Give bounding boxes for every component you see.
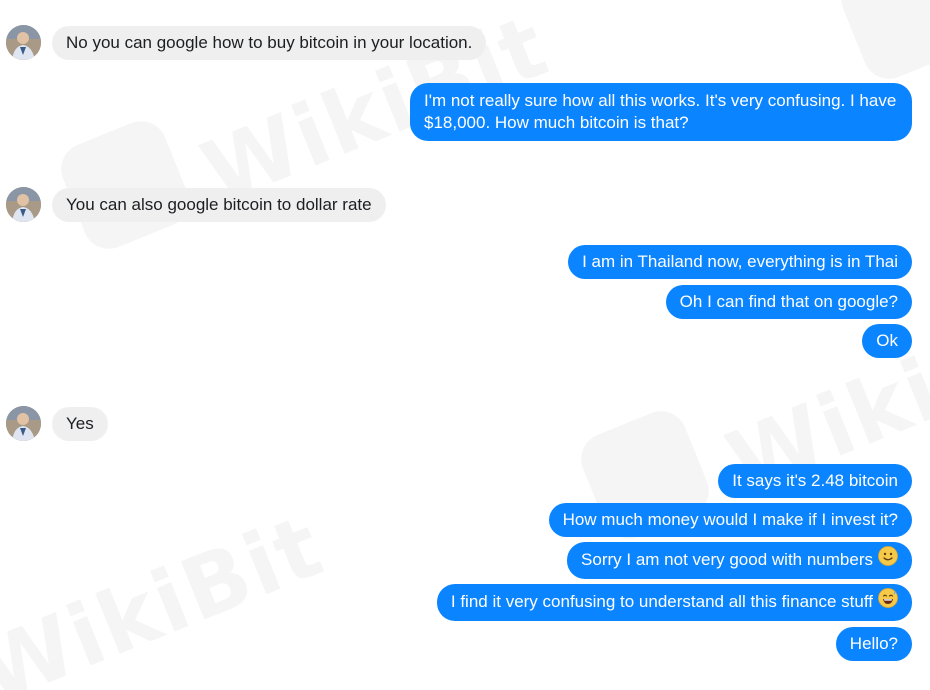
message-bubble-outgoing[interactable]: Ok <box>862 324 912 358</box>
watermark-logo-icon <box>53 113 197 257</box>
message-bubble-incoming[interactable]: You can also google bitcoin to dollar ra… <box>52 188 386 222</box>
avatar[interactable] <box>6 187 41 222</box>
message-bubble-outgoing[interactable]: I'm not really sure how all this works. … <box>410 83 912 141</box>
message-bubble-outgoing[interactable]: How much money would I make if I invest … <box>548 503 912 537</box>
message-bubble-outgoing[interactable]: Hello? <box>835 627 912 661</box>
message-bubble-outgoing[interactable]: I am in Thailand now, everything is in T… <box>568 245 912 279</box>
avatar[interactable] <box>6 25 41 60</box>
message-bubble-outgoing[interactable]: It says it's 2.48 bitcoin <box>718 464 912 498</box>
message-bubble-outgoing[interactable]: Sorry I am not very good with numbers <box>567 542 912 580</box>
message-bubble-outgoing[interactable]: I find it very confusing to understand a… <box>436 584 912 622</box>
message-text: Sorry I am not very good with numbers <box>581 550 873 569</box>
grinning-sweat-face-icon <box>878 588 898 614</box>
message-bubble-outgoing[interactable]: Oh I can find that on google? <box>665 285 912 319</box>
message-bubble-incoming[interactable]: No you can google how to buy bitcoin in … <box>52 26 487 60</box>
watermark-text: WikiBit <box>0 495 337 690</box>
watermark-logo-icon <box>833 0 930 87</box>
chat-conversation: WikiBit WikiBit WikiBit No you can googl… <box>0 0 930 690</box>
message-bubble-incoming[interactable]: Yes <box>52 407 108 441</box>
avatar[interactable] <box>6 406 41 441</box>
message-text: I find it very confusing to understand a… <box>450 592 873 611</box>
slightly-smiling-face-icon <box>878 546 898 572</box>
